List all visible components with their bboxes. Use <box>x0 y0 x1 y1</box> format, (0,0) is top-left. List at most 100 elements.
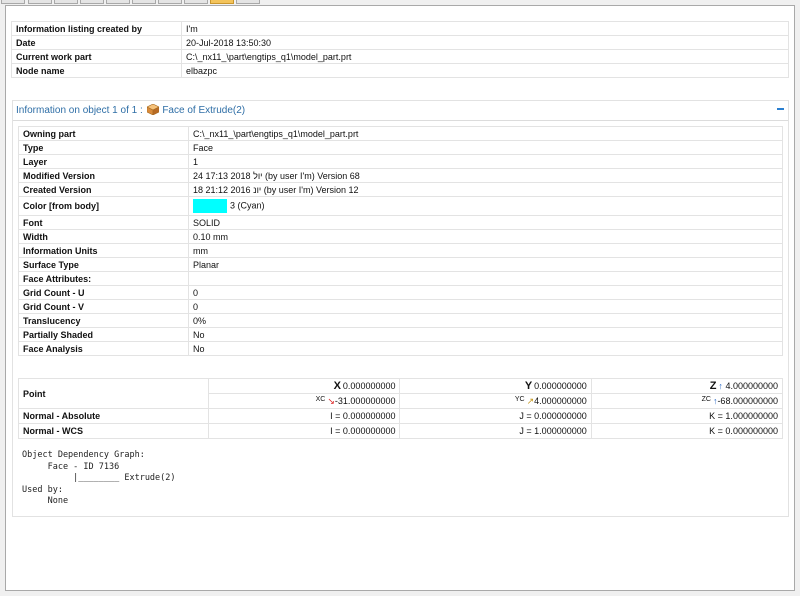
table-row: Point X 0.000000000 Y 0.000000000 Z ↑ 4.000… <box>17 378 784 409</box>
table-row: Normal - WCS I = 0.000000000 J = 1.00000… <box>17 423 784 439</box>
tab-3[interactable] <box>54 0 78 4</box>
table-row: Current work part C:\_nx11_\part\engtips… <box>11 49 789 64</box>
point-abs-y-value: 0.000000000 <box>534 381 587 391</box>
xc-axis-icon: XC <box>315 395 326 403</box>
normal-wcs-j: J = 1.000000000 <box>399 423 592 439</box>
normal-wcs-k: K = 0.000000000 <box>590 423 784 439</box>
property-value: 0% <box>188 313 783 328</box>
point-wcs-y-value: 4.000000000 <box>534 395 587 406</box>
point-wcs-x: XC ↘-31.000000000 <box>208 393 401 409</box>
tab-1[interactable] <box>1 0 25 4</box>
table-row: Information listing created by I'm <box>11 21 789 36</box>
tab-4[interactable] <box>80 0 104 4</box>
table-row: Grid Count - U0 <box>18 285 783 300</box>
normal-wcs-i: I = 0.000000000 <box>208 423 401 439</box>
table-row: Owning part C:\_nx11_\part\engtips_q1\mod… <box>18 126 783 141</box>
normal-abs-j: J = 0.000000000 <box>399 408 592 424</box>
property-label: Created Version <box>18 182 189 197</box>
point-wcs-y: YC ↗4.000000000 <box>399 393 592 409</box>
property-label: Translucency <box>18 313 189 328</box>
property-value: SOLID <box>188 215 783 230</box>
table-row: Face Attributes: <box>18 271 783 286</box>
property-label: Color [from body] <box>18 196 189 216</box>
table-row: Partially Shaded No <box>18 327 783 342</box>
z-axis-icon: Z <box>709 380 717 392</box>
xc-arrow-icon: ↘ <box>327 395 335 406</box>
yc-axis-icon: YC <box>514 395 525 403</box>
property-value: 24 17:13 2018 יול (by user I'm) Version … <box>188 168 783 183</box>
tab-2[interactable] <box>28 0 52 4</box>
table-row: Date 20-Jul-2018 13:50:30 <box>11 35 789 50</box>
property-label: Layer <box>18 154 189 169</box>
property-label: Face Analysis <box>18 341 189 356</box>
color-value: 3 (Cyan) <box>188 196 783 216</box>
normal-abs-i: I = 0.000000000 <box>208 408 401 424</box>
property-label: Owning part <box>18 126 189 141</box>
property-label: Type <box>18 140 189 155</box>
property-label: Face Attributes: <box>18 271 189 286</box>
property-value: 18 21:12 2016 יונ (by user I'm) Version … <box>188 182 783 197</box>
point-wcs-z: ZC ↑-68.000000000 <box>590 393 784 409</box>
property-value: mm <box>188 243 783 258</box>
property-label: Grid Count - U <box>18 285 189 300</box>
geometry-table: Point X 0.000000000 Y 0.000000000 Z ↑ 4.000… <box>17 378 784 439</box>
property-label: Surface Type <box>18 257 189 272</box>
section-title: Information on object 1 of 1 : Face of E… <box>16 103 246 118</box>
table-row: Face Analysis No <box>18 341 783 356</box>
point-abs-z-value: 4.000000000 <box>725 381 778 391</box>
header-value: 20-Jul-2018 13:50:30 <box>181 35 789 50</box>
tab-6[interactable] <box>132 0 156 4</box>
property-value: 3 (Cyan) <box>230 200 265 211</box>
property-value <box>188 271 783 286</box>
z-arrow-icon: ↑ <box>718 381 723 391</box>
table-row: Translucency 0% <box>18 313 783 328</box>
header-label: Current work part <box>11 49 182 64</box>
property-value: Face <box>188 140 783 155</box>
property-label: Partially Shaded <box>18 327 189 342</box>
color-swatch <box>193 199 227 213</box>
point-label: Point <box>17 378 210 409</box>
normal-absolute-label: Normal - Absolute <box>17 408 210 424</box>
property-value: C:\_nx11_\part\engtips_q1\model_part.prt <box>188 126 783 141</box>
dependency-graph-text: Object Dependency Graph: Face - ID 7136 … <box>22 450 176 506</box>
normal-abs-k: K = 1.000000000 <box>590 408 784 424</box>
object-info-section: Information on object 1 of 1 : Face of E… <box>12 100 789 517</box>
table-row: Layer 1 <box>18 154 783 169</box>
property-value: 1 <box>188 154 783 169</box>
properties-table: Owning part C:\_nx11_\part\engtips_q1\mod… <box>18 126 783 356</box>
point-wcs-x-value: -31.000000000 <box>334 395 396 406</box>
header-value: I'm <box>181 21 789 36</box>
property-value: No <box>188 341 783 356</box>
tab-10[interactable] <box>236 0 260 4</box>
table-row: Created Version 18 21:12 2016 יונ (by use… <box>18 182 783 197</box>
property-value: No <box>188 327 783 342</box>
property-value: 0.10 mm <box>188 229 783 244</box>
property-label: Width <box>18 229 189 244</box>
header-label: Date <box>11 35 182 50</box>
tab-5[interactable] <box>106 0 130 4</box>
tab-8[interactable] <box>184 0 208 4</box>
minus-icon[interactable] <box>777 108 784 110</box>
point-abs-x: X 0.000000000 <box>208 378 401 394</box>
section-title-object: Face of Extrude(2) <box>162 105 246 116</box>
listing-header-table: Information listing created by I'm Date … <box>11 21 789 78</box>
table-row: Modified Version 24 17:13 2018 יול (by us… <box>18 168 783 183</box>
table-row: Normal - Absolute I = 0.000000000 J = 0.… <box>17 408 784 424</box>
table-row: Surface Type Planar <box>18 257 783 272</box>
point-abs-y: Y 0.000000000 <box>399 378 592 394</box>
header-value: C:\_nx11_\part\engtips_q1\model_part.prt <box>181 49 789 64</box>
tab-active[interactable] <box>210 0 234 4</box>
solid-body-icon <box>145 103 160 116</box>
table-row: Font SOLID <box>18 215 783 230</box>
property-label: Grid Count - V <box>18 299 189 314</box>
point-abs-x-value: 0.000000000 <box>342 381 396 391</box>
property-value: 0 <box>188 299 783 314</box>
table-row: Grid Count - V0 <box>18 299 783 314</box>
table-row: Information Units mm <box>18 243 783 258</box>
property-label: Modified Version <box>18 168 189 183</box>
table-row: Type Face <box>18 140 783 155</box>
tab-7[interactable] <box>158 0 182 4</box>
y-axis-icon: Y <box>524 380 533 392</box>
header-value: elbazpc <box>181 63 789 78</box>
property-label: Information Units <box>18 243 189 258</box>
